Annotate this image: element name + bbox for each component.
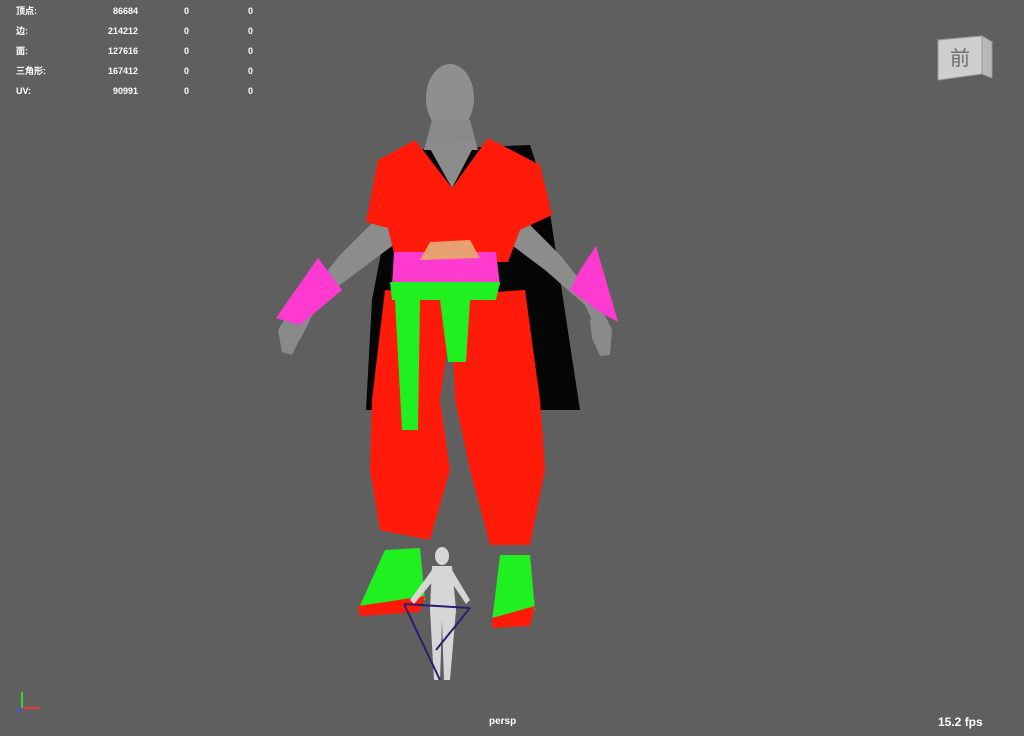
camera-label: persp [489,716,517,727]
z-axis-icon [15,707,23,713]
character-model[interactable] [0,0,1024,736]
fps-readout: 15.2 fps [938,715,983,729]
viewport-3d[interactable]: 顶点: 86684 0 0 边: 214212 0 0 面: 127616 0 … [0,0,1024,736]
axis-gizmo [15,692,40,713]
belt [390,282,500,300]
right-hand [590,310,612,356]
